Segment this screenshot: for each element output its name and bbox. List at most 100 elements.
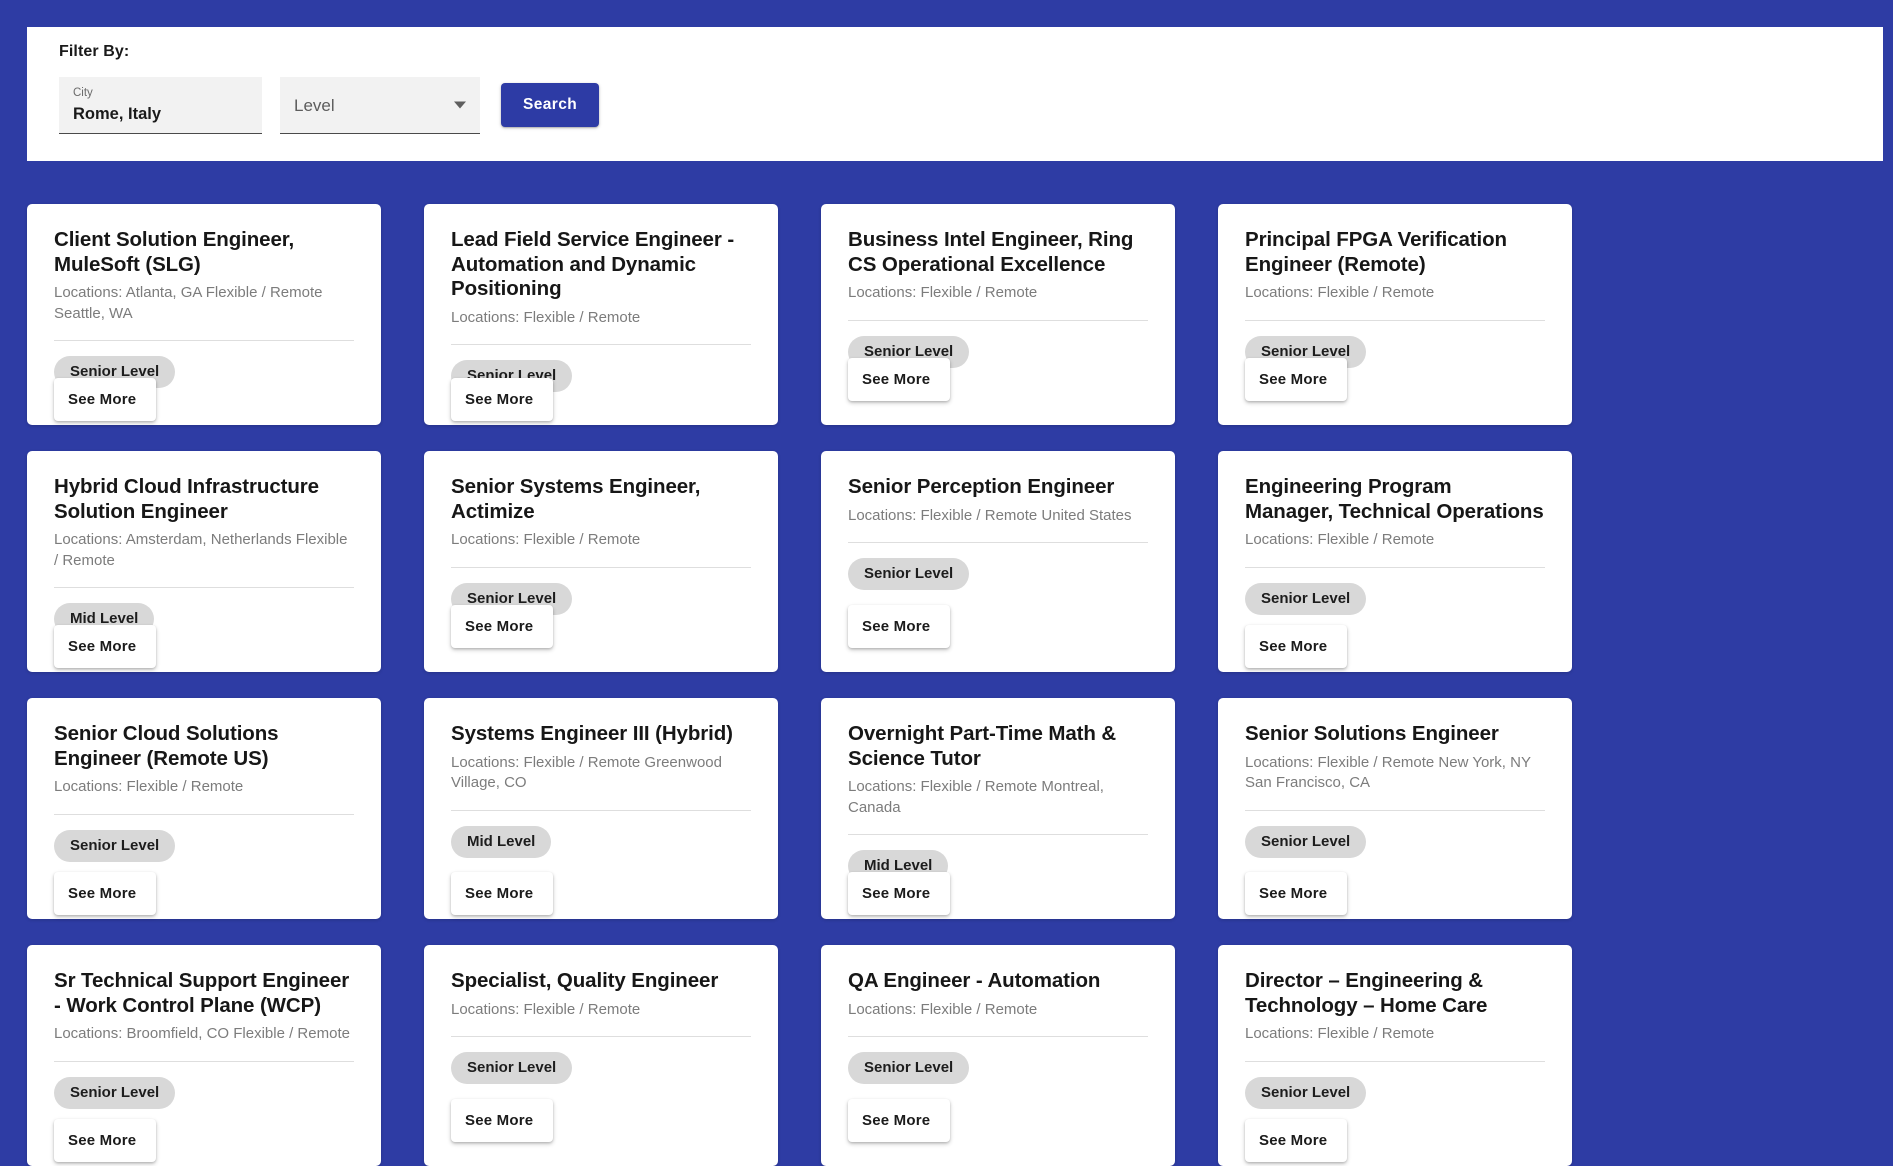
city-input[interactable] [73,104,248,125]
job-card[interactable]: Hybrid Cloud Infrastructure Solution Eng… [27,451,381,672]
job-locations: Locations: Flexible / Remote [848,284,1038,301]
see-more-button[interactable]: See More [1245,1119,1348,1162]
card-divider [1245,809,1545,811]
chevron-down-icon [454,101,466,109]
job-locations: Locations: Flexible / Remote [848,1000,1038,1018]
job-locations: Locations: Flexible / Remote New York, N… [1245,753,1531,792]
job-locations: Locations: Broomfield, CO Flexible / Rem… [54,1025,350,1042]
level-badge[interactable]: Senior Level [54,829,176,862]
card-divider [1245,566,1545,568]
see-more-button[interactable]: See More [848,1099,951,1142]
job-card[interactable]: Senior Perception Engineer Locations: Fle… [821,451,1175,672]
card-divider [848,319,1148,321]
job-card[interactable]: Client Solution Engineer, MuleSoft (SLG)… [27,204,381,425]
card-divider [54,813,354,815]
job-locations: Locations: Flexible / Remote [1245,1025,1435,1042]
job-card[interactable]: Sr Technical Support Engineer - Work Con… [27,945,381,1166]
job-title: Overnight Part-Time Math & Science Tutor [848,722,1117,770]
job-title: Hybrid Cloud Infrastructure Solution Eng… [54,475,319,523]
job-title: Business Intel Engineer, Ring CS Operati… [848,228,1134,276]
job-card[interactable]: Senior Cloud Solutions Engineer (Remote … [27,698,381,919]
job-card[interactable]: QA Engineer - Automation Locations: Flexi… [821,945,1175,1166]
see-more-button[interactable]: See More [54,378,157,421]
see-more-button[interactable]: See More [848,872,951,915]
level-select[interactable]: Level [280,77,480,134]
card-divider [451,566,751,568]
level-badge[interactable]: Mid Level [451,825,552,858]
job-title: Systems Engineer III (Hybrid) [451,722,733,745]
card-divider [1245,1060,1545,1062]
card-divider [451,1036,751,1037]
job-title: Senior Systems Engineer, Actimize [451,475,701,523]
see-more-button[interactable]: See More [451,1099,554,1142]
job-title: Lead Field Service Engineer - Automation… [451,228,735,300]
job-locations: Locations: Atlanta, GA Flexible / Remote… [54,284,323,322]
job-card[interactable]: Specialist, Quality Engineer Locations: F… [424,945,778,1166]
see-more-button[interactable]: See More [451,605,554,648]
city-field[interactable]: City [59,77,262,134]
job-title: Director – Engineering & Technology – Ho… [1245,969,1488,1017]
filter-controls-row: City Level Search [59,77,1883,134]
card-divider [451,809,751,811]
job-card[interactable]: Lead Field Service Engineer - Automation… [424,204,778,425]
card-divider [848,542,1148,543]
job-locations: Locations: Flexible / Remote [451,1000,641,1018]
level-badge[interactable]: Senior Level [1245,582,1367,615]
job-card[interactable]: Principal FPGA Verification Engineer (Re… [1218,204,1572,425]
see-more-button[interactable]: See More [1245,625,1348,668]
filter-by-label: Filter By: [59,43,130,60]
level-select-label: Level [294,95,335,115]
job-title: Specialist, Quality Engineer [451,969,719,992]
job-card[interactable]: Engineering Program Manager, Technical O… [1218,451,1572,672]
see-more-button[interactable]: See More [451,872,554,915]
job-locations: Locations: Flexible / Remote [1245,531,1435,548]
see-more-button[interactable]: See More [848,358,951,401]
see-more-button[interactable]: See More [451,378,554,421]
see-more-button[interactable]: See More [1245,872,1348,915]
job-card[interactable]: Senior Systems Engineer, Actimize Locatio… [424,451,778,672]
card-divider [1245,319,1545,321]
job-locations: Locations: Flexible / Remote [451,531,641,548]
job-card[interactable]: Director – Engineering & Technology – Ho… [1218,945,1572,1166]
card-divider [848,1036,1148,1037]
job-title: Client Solution Engineer, MuleSoft (SLG) [54,228,295,276]
job-title: Senior Cloud Solutions Engineer (Remote … [54,722,279,770]
card-divider [54,587,354,588]
see-more-button[interactable]: See More [1245,358,1348,401]
job-locations: Locations: Amsterdam, Netherlands Flexib… [54,531,348,569]
job-title: Senior Perception Engineer [848,475,1115,498]
see-more-button[interactable]: See More [54,625,157,668]
level-badge[interactable]: Senior Level [54,1076,176,1109]
card-divider [848,834,1148,835]
filter-bar: Filter By: City Level Search [27,27,1883,161]
level-badge[interactable]: Senior Level [451,1052,573,1084]
job-title: Senior Solutions Engineer [1245,722,1499,745]
job-card[interactable]: Systems Engineer III (Hybrid) Locations: … [424,698,778,919]
job-title: QA Engineer - Automation [848,969,1101,992]
job-title: Engineering Program Manager, Technical O… [1245,475,1544,523]
job-locations: Locations: Flexible / Remote [451,308,641,326]
job-results-grid: Client Solution Engineer, MuleSoft (SLG)… [27,204,1867,1166]
see-more-button[interactable]: See More [54,1119,157,1162]
card-divider [54,1060,354,1062]
job-locations: Locations: Flexible / Remote [1245,284,1435,301]
job-card[interactable]: Overnight Part-Time Math & Science Tutor… [821,698,1175,919]
card-divider [54,340,354,341]
job-card[interactable]: Senior Solutions Engineer Locations: Flex… [1218,698,1572,919]
job-locations: Locations: Flexible / Remote Montreal, C… [848,778,1104,816]
search-button[interactable]: Search [501,83,600,127]
job-title: Principal FPGA Verification Engineer (Re… [1245,228,1507,276]
level-badge[interactable]: Senior Level [848,1052,970,1084]
job-locations: Locations: Flexible / Remote Greenwood V… [451,753,722,792]
job-locations: Locations: Flexible / Remote United Stat… [848,506,1132,524]
level-badge[interactable]: Senior Level [1245,825,1367,858]
level-badge[interactable]: Senior Level [848,558,970,590]
level-badge[interactable]: Senior Level [1245,1076,1367,1109]
card-divider [451,344,751,345]
job-title: Sr Technical Support Engineer - Work Con… [54,969,350,1017]
see-more-button[interactable]: See More [848,605,951,648]
see-more-button[interactable]: See More [54,872,157,915]
city-field-label: City [73,87,93,99]
job-card[interactable]: Business Intel Engineer, Ring CS Operati… [821,204,1175,425]
job-locations: Locations: Flexible / Remote [54,778,244,795]
